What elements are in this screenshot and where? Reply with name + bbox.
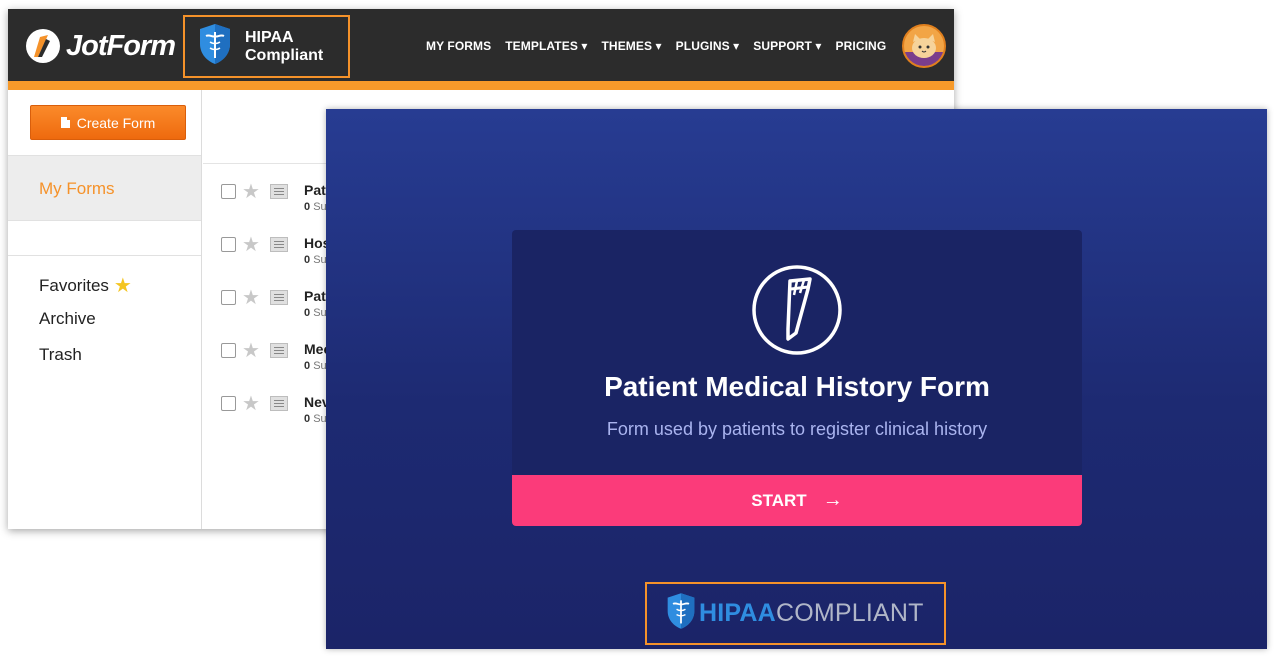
submission-label: Su	[313, 360, 327, 372]
sidebar-item-label: Favorites	[39, 275, 109, 295]
arrow-right-icon: →	[822, 489, 843, 511]
form-title: Patient Medical History Form	[604, 371, 990, 402]
logo-text: JotForm	[66, 29, 176, 62]
submission-count: 0	[304, 201, 311, 213]
submission-label: Su	[313, 201, 327, 213]
submission-label: Su	[313, 413, 327, 425]
hipaa-badge-text: HIPAA Compliant	[245, 29, 323, 65]
pencil-logo-icon	[26, 29, 60, 63]
star-icon: ★	[113, 275, 132, 297]
sidebar-item-trash[interactable]: Trash	[39, 345, 82, 365]
hipaa-shield-icon	[197, 22, 233, 71]
select-checkbox[interactable]	[221, 396, 236, 411]
create-form-label: Create Form	[76, 114, 156, 131]
favorite-star-icon[interactable]: ★	[242, 179, 260, 204]
document-icon	[60, 117, 70, 128]
hipaa-compliant-footer-badge: HIPAACOMPLIANT	[645, 582, 946, 645]
favorite-star-icon[interactable]: ★	[242, 232, 260, 257]
submission-label: Su	[313, 254, 327, 266]
select-checkbox[interactable]	[221, 290, 236, 305]
nav-plugins[interactable]: PLUGINS ▾	[676, 39, 740, 53]
sidebar-divider	[8, 255, 201, 256]
submission-count: 0	[304, 307, 311, 319]
hipaa-badge-line1: HIPAA	[245, 28, 294, 46]
submission-count: 0	[304, 254, 311, 266]
form-submissions: 0 Su	[304, 201, 327, 213]
form-preview-window: Patient Medical History Form Form used b…	[326, 109, 1267, 649]
form-document-icon	[270, 184, 288, 199]
compliant-word: COMPLIANT	[775, 599, 924, 627]
sidebar-item-label: My Forms	[39, 179, 115, 198]
nav-templates[interactable]: TEMPLATES ▾	[505, 39, 587, 53]
form-title[interactable]: Pat	[304, 288, 326, 304]
user-avatar[interactable]	[902, 24, 946, 68]
main-nav: MY FORMS TEMPLATES ▾ THEMES ▾ PLUGINS ▾ …	[426, 39, 900, 53]
select-checkbox[interactable]	[221, 343, 236, 358]
form-submissions: 0 Su	[304, 413, 327, 425]
form-submissions: 0 Su	[304, 360, 327, 372]
top-navbar: JotForm HIPAA Compliant MY FORMS TEMPLAT…	[8, 9, 954, 90]
hipaa-footer-text: HIPAACOMPLIANT	[699, 599, 924, 628]
form-submissions: 0 Su	[304, 307, 327, 319]
form-title[interactable]: Pat	[304, 182, 326, 198]
start-button[interactable]: START →	[512, 475, 1082, 526]
create-form-button[interactable]: Create Form	[30, 105, 186, 140]
sidebar-item-favorites[interactable]: Favorites ★	[39, 273, 132, 298]
form-welcome-card: Patient Medical History Form Form used b…	[512, 230, 1082, 526]
form-subtitle: Form used by patients to register clinic…	[606, 419, 988, 439]
hipaa-shield-icon	[665, 591, 697, 636]
sidebar-item-my-forms[interactable]: My Forms	[8, 155, 201, 221]
hipaa-badge-line2: Compliant	[245, 46, 324, 64]
sidebar-item-archive[interactable]: Archive	[39, 309, 96, 329]
submission-label: Su	[313, 307, 327, 319]
hipaa-compliant-badge: HIPAA Compliant	[183, 15, 350, 78]
select-checkbox[interactable]	[221, 184, 236, 199]
favorite-star-icon[interactable]: ★	[242, 338, 260, 363]
start-label: START	[751, 490, 807, 510]
form-document-icon	[270, 237, 288, 252]
jotform-logo[interactable]: JotForm	[26, 29, 176, 63]
cat-avatar-icon	[904, 34, 944, 66]
pencil-circle-icon	[750, 263, 844, 362]
submission-count: 0	[304, 413, 311, 425]
form-document-icon	[270, 396, 288, 411]
form-document-icon	[270, 290, 288, 305]
sidebar: Create Form My Forms Favorites ★ Archive…	[8, 90, 202, 529]
nav-themes[interactable]: THEMES ▾	[602, 39, 662, 53]
nav-support[interactable]: SUPPORT ▾	[753, 39, 821, 53]
select-checkbox[interactable]	[221, 237, 236, 252]
form-document-icon	[270, 343, 288, 358]
form-submissions: 0 Su	[304, 254, 327, 266]
favorite-star-icon[interactable]: ★	[242, 285, 260, 310]
favorite-star-icon[interactable]: ★	[242, 391, 260, 416]
nav-pricing[interactable]: PRICING	[836, 39, 887, 53]
nav-my-forms[interactable]: MY FORMS	[426, 39, 491, 53]
hipaa-word: HIPAA	[699, 599, 776, 627]
submission-count: 0	[304, 360, 311, 372]
